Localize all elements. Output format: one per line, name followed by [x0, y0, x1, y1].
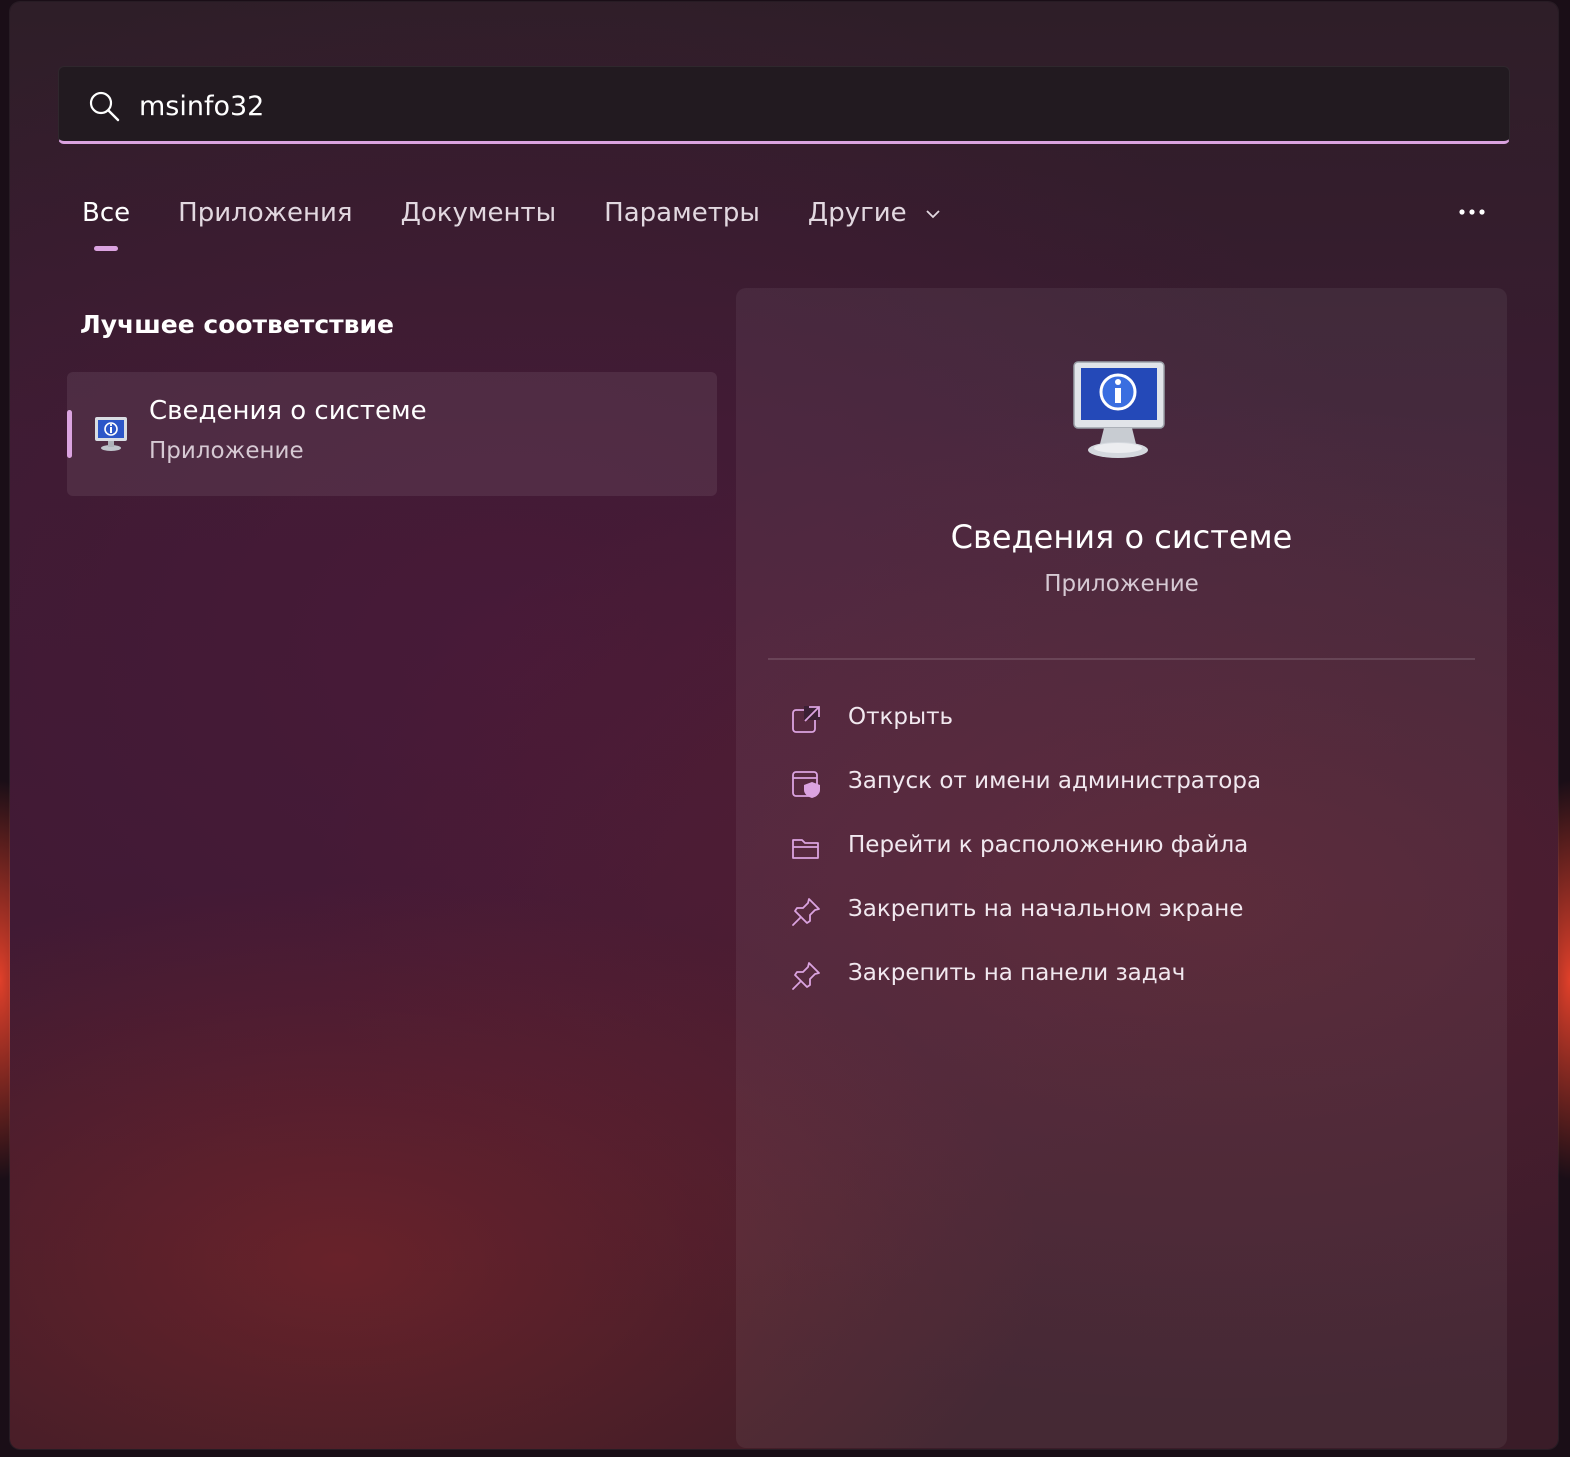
system-info-monitor-icon [95, 417, 127, 451]
folder-icon [792, 839, 819, 859]
result-title: Сведения о системе [149, 396, 427, 426]
action-list: Открыть Запуск от имени администратора П… [790, 698, 1480, 1018]
admin-shield-icon [792, 771, 820, 798]
tab-label: Другие [807, 198, 907, 228]
search-icon [89, 91, 120, 122]
divider [768, 658, 1475, 660]
search-box[interactable] [58, 66, 1510, 144]
open-action[interactable]: Открыть [790, 698, 1480, 762]
action-label: Перейти к расположению файла [848, 832, 1249, 858]
details-subtitle: Приложение [1044, 571, 1199, 597]
action-label: Закрепить на начальном экране [848, 896, 1244, 922]
tab-label: Параметры [604, 198, 760, 228]
pin-icon [792, 962, 820, 990]
run-as-admin-action[interactable]: Запуск от имени администратора [790, 762, 1480, 826]
pin-to-taskbar-action[interactable]: Закрепить на панели задач [790, 954, 1480, 1018]
action-label: Запуск от имени администратора [848, 768, 1262, 794]
details-pane: Сведения о системе Приложение Открыть За… [736, 288, 1507, 1448]
action-label: Закрепить на панели задач [848, 960, 1186, 986]
best-match-heading: Лучшее соответствие [80, 310, 394, 339]
details-title: Сведения о системе [950, 518, 1293, 556]
search-panel: Все Приложения Документы Параметры Други… [10, 2, 1558, 1449]
tab-documents[interactable]: Документы [401, 198, 557, 258]
tab-label: Документы [400, 198, 557, 228]
selection-indicator [67, 410, 72, 458]
pin-icon [792, 898, 820, 926]
chevron-down-icon [926, 209, 940, 218]
best-match-result[interactable]: Сведения о системе Приложение [67, 372, 717, 496]
tab-other-dropdown[interactable]: Другие [808, 198, 941, 258]
search-input[interactable] [137, 81, 1441, 131]
filter-tabs: Все Приложения Документы Параметры Други… [82, 198, 989, 258]
tab-label: Все [82, 198, 131, 228]
desktop-background: Все Приложения Документы Параметры Други… [0, 0, 1570, 1457]
action-label: Открыть [848, 704, 954, 730]
active-tab-indicator [94, 246, 119, 251]
result-subtitle: Приложение [149, 438, 304, 464]
more-options-icon[interactable] [1452, 198, 1492, 228]
system-info-monitor-icon [1073, 361, 1165, 458]
tab-all[interactable]: Все [82, 198, 130, 258]
tab-settings[interactable]: Параметры [604, 198, 760, 258]
open-icon [792, 706, 820, 733]
tab-label: Приложения [178, 198, 353, 228]
open-file-location-action[interactable]: Перейти к расположению файла [790, 826, 1480, 890]
pin-to-start-action[interactable]: Закрепить на начальном экране [790, 890, 1480, 954]
tab-apps[interactable]: Приложения [178, 198, 352, 258]
